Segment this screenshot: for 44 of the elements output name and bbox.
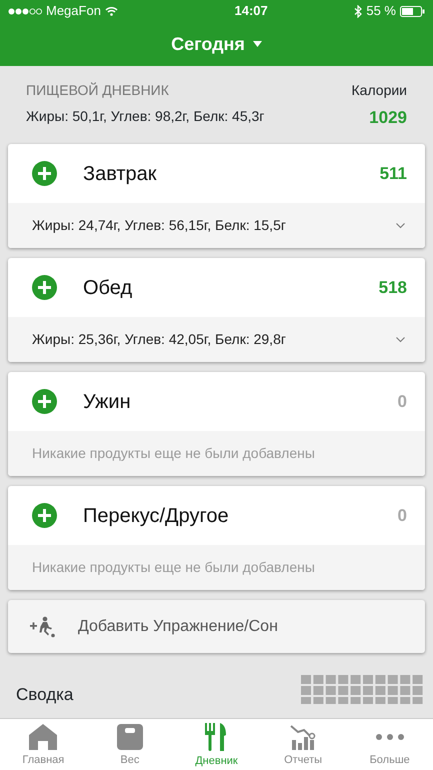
calories-label: Калории (352, 81, 407, 100)
meal-details: Жиры: 25,36г, Углев: 42,05г, Белк: 29,8г (32, 330, 286, 349)
caret-icon (252, 41, 262, 47)
signal-icon (8, 8, 42, 14)
meal-calories: 0 (398, 504, 407, 527)
exercise-icon (30, 616, 56, 638)
chevron-down-icon[interactable] (396, 336, 405, 342)
wifi-icon (104, 6, 118, 16)
chart-icon (290, 724, 316, 750)
clock: 14:07 (234, 2, 268, 20)
battery-icon (400, 6, 425, 16)
meal-calories: 511 (380, 162, 407, 185)
add-icon[interactable] (32, 503, 57, 528)
add-icon[interactable] (32, 389, 57, 414)
meal-name: Ужин (83, 390, 131, 414)
meal-details: Никакие продукты еще не были добавлены (32, 558, 315, 577)
tab[interactable]: Главная (0, 719, 87, 770)
tab[interactable]: Больше (346, 719, 433, 770)
more-icon (376, 734, 404, 740)
meal-details: Жиры: 24,74г, Углев: 56,15г, Белк: 15,5г (32, 216, 286, 235)
summary-heading: Сводка (16, 684, 74, 706)
meal-calories: 518 (378, 276, 407, 299)
scale-icon (116, 724, 143, 750)
bluetooth-icon (354, 4, 362, 18)
battery-percent: 55 % (366, 2, 396, 20)
carrier-name: MegaFon (46, 2, 101, 20)
date-dropdown[interactable]: Сегодня (170, 30, 263, 58)
tab[interactable]: Вес (86, 719, 174, 770)
grid-icon (301, 675, 425, 704)
tab[interactable]: Отчеты (260, 719, 346, 770)
meal-name: Обед (83, 276, 132, 300)
calories-total: 1029 (368, 107, 407, 129)
macros-summary: Жиры: 50,1г, Углев: 98,2г, Белк: 45,3г (26, 107, 264, 126)
home-icon (29, 724, 58, 750)
tab[interactable]: Дневник (173, 719, 260, 770)
add-icon[interactable] (32, 275, 57, 300)
add-icon[interactable] (32, 161, 57, 186)
meal-name: Завтрак (83, 162, 157, 186)
meal-name: Перекус/Другое (83, 504, 229, 528)
fork-knife-icon (205, 723, 228, 752)
meal-details: Никакие продукты еще не были добавлены (32, 444, 315, 463)
meal-calories: 0 (398, 390, 407, 413)
chevron-down-icon[interactable] (396, 222, 405, 228)
diary-heading: ПИЩЕВОЙ ДНЕВНИК (26, 81, 170, 100)
